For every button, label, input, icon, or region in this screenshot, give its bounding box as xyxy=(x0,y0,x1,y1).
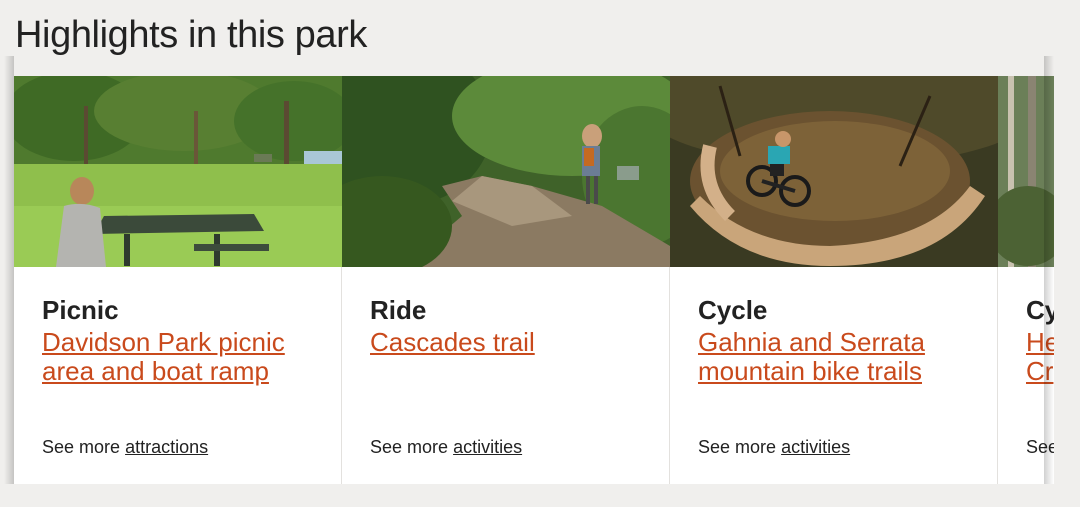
trail-photo[interactable] xyxy=(342,76,670,267)
see-more-text: See more activities xyxy=(698,437,850,458)
see-more-text: See more activities xyxy=(370,437,522,458)
section-title: Highlights in this park xyxy=(15,14,367,56)
highlights-carousel[interactable]: Picnic Davidson Park picnic area and boa… xyxy=(14,76,1054,484)
see-more-text: See more attractions xyxy=(42,437,208,458)
see-more-link[interactable]: activities xyxy=(781,437,850,457)
mountain-bike-photo[interactable] xyxy=(670,76,998,267)
card-title-link[interactable]: He Cr xyxy=(1026,328,1054,386)
card-type-label: Cy xyxy=(1026,295,1054,325)
card-type-label: Ride xyxy=(370,295,427,325)
see-more-prefix: See more xyxy=(698,437,777,457)
picnic-photo[interactable] xyxy=(14,76,342,267)
carousel-top-edge xyxy=(14,56,1054,76)
see-more-link[interactable]: attractions xyxy=(125,437,208,457)
card-title-link[interactable]: Cascades trail xyxy=(370,328,650,357)
see-more-prefix: See xyxy=(1026,437,1054,457)
card-title-link[interactable]: Gahnia and Serrata mountain bike trails xyxy=(698,328,978,386)
forest-photo[interactable] xyxy=(998,76,1054,267)
carousel-left-shadow xyxy=(4,56,14,484)
highlight-card-partial[interactable]: Cy He Cr See xyxy=(998,76,1054,484)
card-type-label: Cycle xyxy=(698,295,768,325)
highlight-card-ride[interactable]: Ride Cascades trail See more activities xyxy=(342,76,670,484)
highlight-card-cycle[interactable]: Cycle Gahnia and Serrata mountain bike t… xyxy=(670,76,998,484)
see-more-link[interactable]: activities xyxy=(453,437,522,457)
carousel-track: Picnic Davidson Park picnic area and boa… xyxy=(14,76,1054,484)
card-title-link[interactable]: Davidson Park picnic area and boat ramp xyxy=(42,328,322,386)
see-more-text: See xyxy=(1026,437,1054,458)
see-more-prefix: See more xyxy=(42,437,121,457)
card-type-label: Picnic xyxy=(42,295,119,325)
see-more-prefix: See more xyxy=(370,437,449,457)
highlight-card-picnic[interactable]: Picnic Davidson Park picnic area and boa… xyxy=(14,76,342,484)
